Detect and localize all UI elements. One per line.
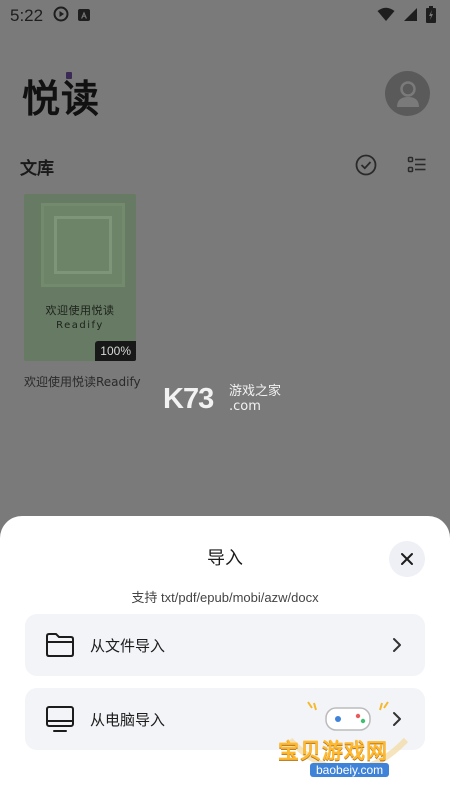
cover-subtitle: Readify — [56, 320, 104, 331]
close-button[interactable] — [389, 541, 425, 577]
play-circle-icon — [53, 6, 69, 26]
wifi-icon — [377, 7, 395, 26]
folder-icon — [45, 630, 75, 660]
supported-formats: 支持 txt/pdf/epub/mobi/azw/docx — [131, 590, 319, 605]
option-label: 从电脑导入 — [90, 710, 166, 729]
app-notification-icon — [77, 7, 91, 26]
book-cover[interactable]: 欢迎使用悦读 Readify 100% — [24, 194, 136, 361]
list-view-icon[interactable] — [407, 155, 427, 175]
baobei-watermark-url: baobeiy.com — [310, 763, 390, 777]
close-icon — [401, 553, 413, 565]
app-title: 悦读 — [22, 68, 100, 123]
signal-icon — [403, 7, 418, 26]
k73-watermark-tagline: 游戏之家 .com — [229, 384, 282, 414]
chevron-right-icon — [389, 637, 405, 653]
k73-watermark-logo: K73 — [163, 383, 214, 415]
baobei-watermark-text: 宝贝游戏网 — [278, 739, 388, 763]
monitor-icon — [45, 704, 75, 734]
status-time: 5:22 — [10, 6, 44, 25]
select-check-icon[interactable] — [355, 154, 377, 176]
option-label: 从文件导入 — [90, 636, 166, 655]
status-bar: 5:22 — [0, 0, 450, 32]
user-icon — [396, 80, 419, 107]
book-title[interactable]: 欢迎使用悦读Readify — [24, 373, 142, 390]
cover-title: 欢迎使用悦读 — [45, 304, 115, 317]
import-from-file-button[interactable]: 从文件导入 — [25, 614, 425, 676]
sheet-title: 导入 — [207, 548, 243, 569]
cover-art — [41, 203, 125, 287]
progress-badge: 100% — [95, 341, 136, 361]
avatar[interactable] — [385, 71, 430, 116]
title-accent-mark — [66, 72, 72, 79]
battery-icon — [426, 5, 436, 27]
library-title: 文库 — [20, 159, 54, 179]
